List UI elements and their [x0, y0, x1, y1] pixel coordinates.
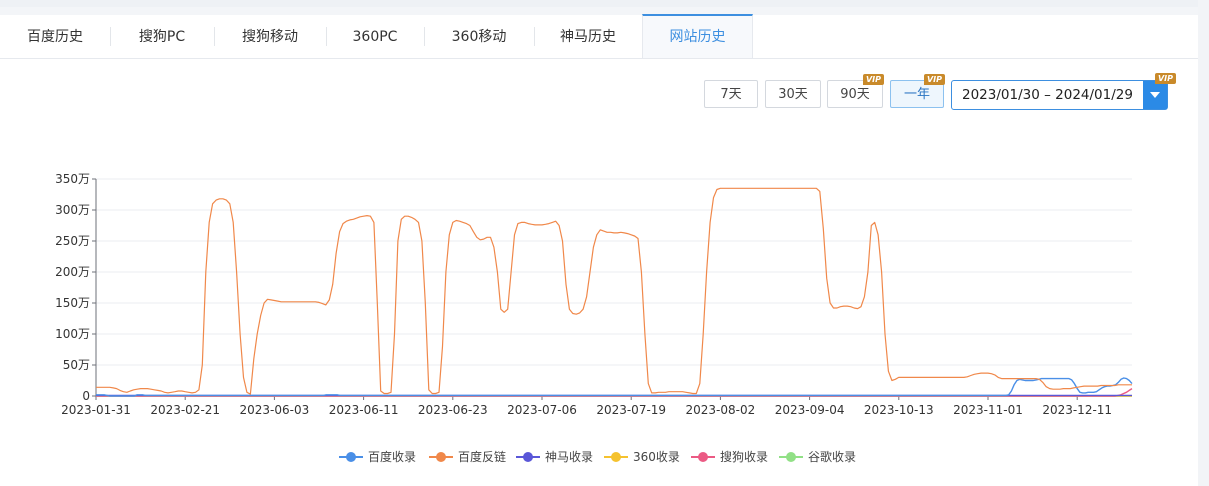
x-tick-label: 2023-11-01	[953, 403, 1023, 417]
legend-label: 搜狗收录	[720, 450, 769, 464]
history-line-chart: 0 50万 100万 150万 200万 250万 300万 350万 2023-01-31 20…	[55, 172, 1133, 417]
y-tick-label: 50万	[63, 358, 90, 372]
legend-label: 神马收录	[545, 450, 594, 464]
legend-marker	[604, 452, 628, 462]
legend-label: 360收录	[633, 450, 680, 464]
legend-marker	[691, 452, 715, 462]
x-tick-label: 2023-07-06	[507, 403, 577, 417]
x-tick-label: 2023-01-31	[61, 403, 131, 417]
x-tick-label: 2023-02-21	[150, 403, 220, 417]
legend-marker	[429, 452, 453, 462]
x-tick-label: 2023-06-23	[418, 403, 488, 417]
y-tick-label: 200万	[55, 265, 90, 279]
y-tick-label: 150万	[55, 296, 90, 310]
x-tick-label: 2023-12-11	[1042, 403, 1112, 417]
y-tick-label: 300万	[55, 203, 90, 217]
y-tick-label: 250万	[55, 234, 90, 248]
legend-marker	[516, 452, 540, 462]
legend-label: 谷歌收录	[808, 450, 857, 464]
legend-marker	[779, 452, 803, 462]
legend-label: 百度反链	[458, 450, 507, 464]
x-tick-label: 2023-09-04	[775, 403, 845, 417]
x-tick-label: 2023-08-02	[686, 403, 756, 417]
x-tick-label: 2023-07-19	[596, 403, 666, 417]
y-tick-label: 350万	[55, 172, 90, 186]
y-tick-label: 100万	[55, 327, 90, 341]
legend-label: 百度收录	[368, 450, 417, 464]
legend-marker	[339, 452, 363, 462]
y-tick-label: 0	[82, 389, 90, 403]
right-scroll-gutter	[1198, 0, 1209, 486]
x-tick-label: 2023-06-03	[240, 403, 310, 417]
x-tick-label: 2023-10-13	[864, 403, 934, 417]
history-panel: 百度历史 搜狗PC 搜狗移动 360PC 360移动 神马历史 网站历史 7天 …	[0, 14, 1198, 486]
x-tick-label: 2023-06-11	[329, 403, 399, 417]
series-line-1	[96, 187, 1132, 395]
top-strip	[0, 0, 1198, 7]
